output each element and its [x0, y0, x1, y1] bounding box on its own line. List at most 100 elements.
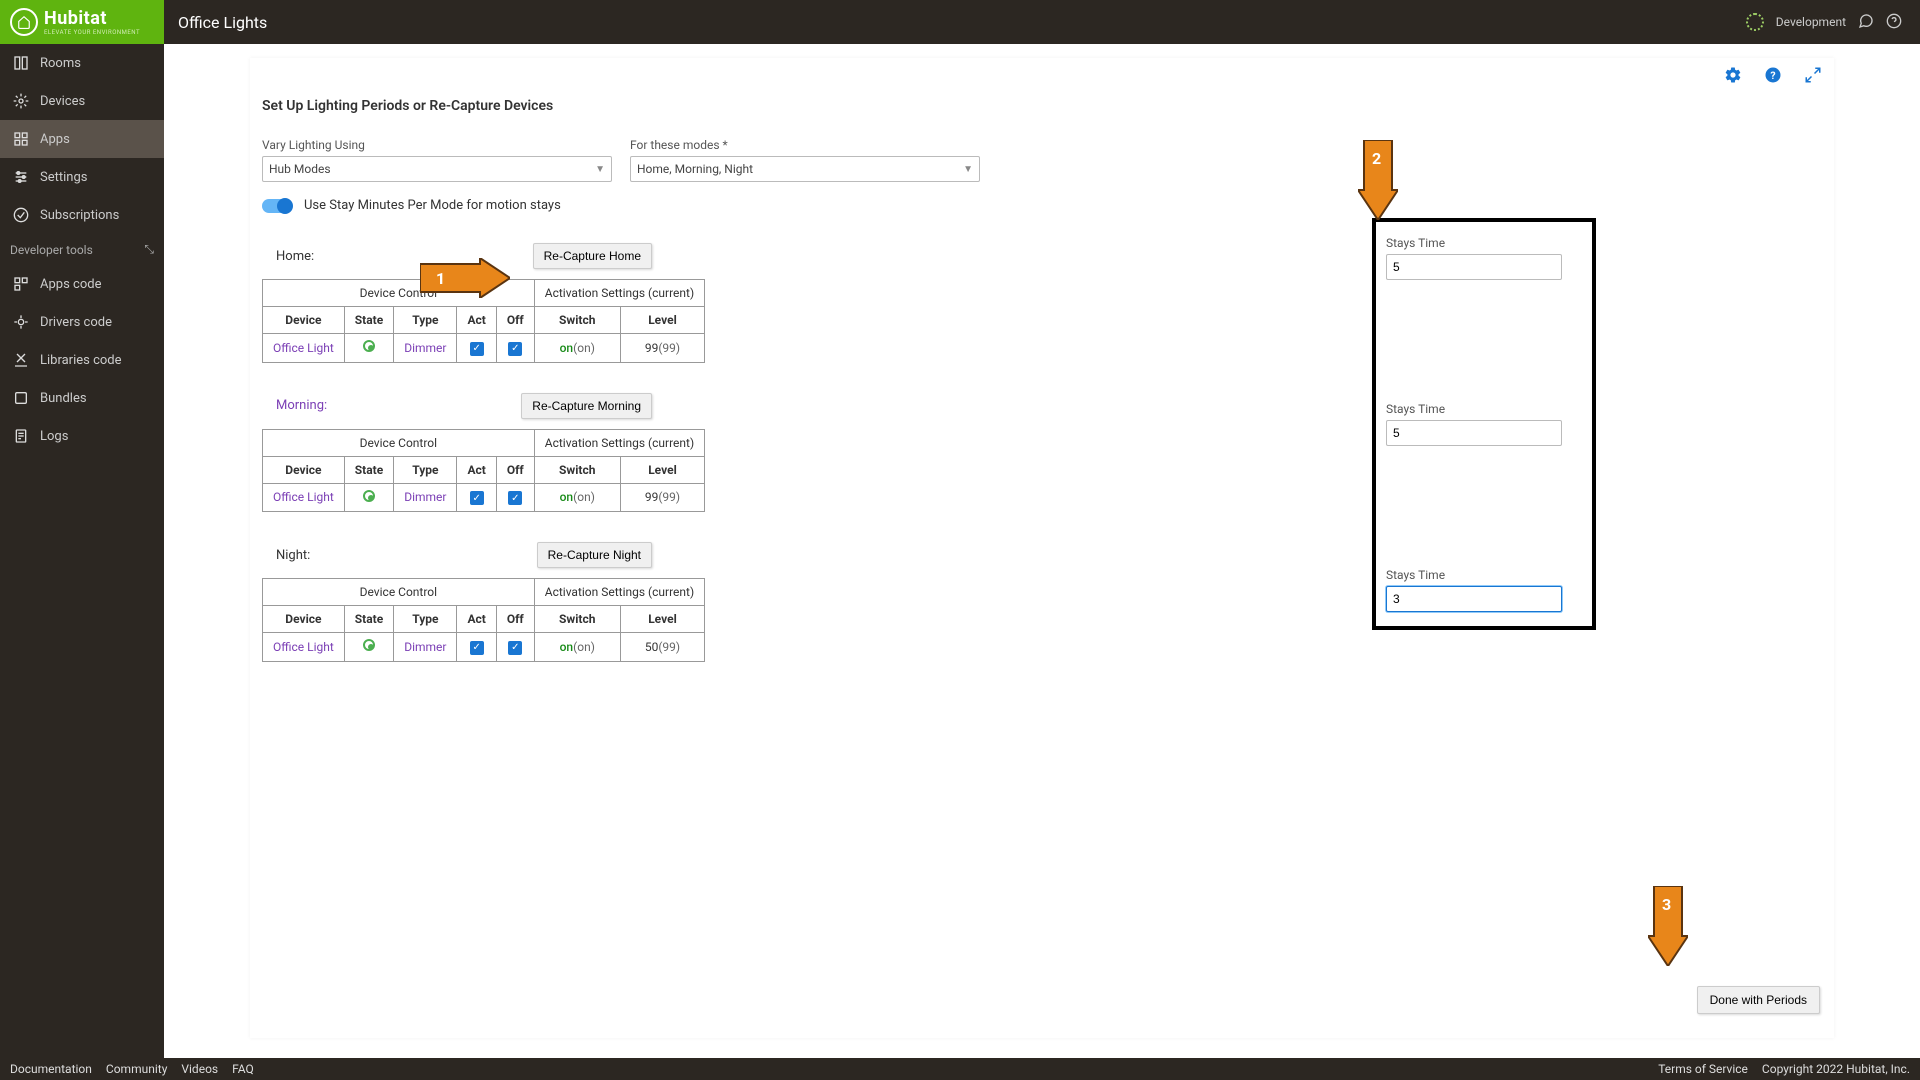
- logs-icon: [12, 427, 30, 445]
- bundles-icon: [12, 389, 30, 407]
- main: ? Set Up Lighting Periods or Re-Capture …: [164, 44, 1920, 1058]
- col-switch: Switch: [534, 606, 620, 633]
- type-link[interactable]: Dimmer: [404, 490, 446, 504]
- gear-icon[interactable]: [1724, 66, 1742, 88]
- chevron-down-icon: ▼: [963, 164, 973, 175]
- sidebar: Rooms Devices Apps Settings Subscription…: [0, 44, 164, 1058]
- stays-time-panel: Stays Time Stays Time Stays Time: [1372, 218, 1596, 630]
- sidebar-item-subscriptions[interactable]: Subscriptions: [0, 196, 164, 234]
- drivers-icon: [12, 313, 30, 331]
- settings-icon: [12, 168, 30, 186]
- type-link[interactable]: Dimmer: [404, 640, 446, 654]
- sidebar-label: Subscriptions: [40, 208, 119, 223]
- stays-input-home[interactable]: [1386, 254, 1562, 280]
- col-level: Level: [620, 307, 704, 334]
- col-group-device-control: Device Control: [263, 280, 535, 307]
- device-link[interactable]: Office Light: [273, 341, 334, 355]
- chat-icon[interactable]: [1858, 13, 1874, 32]
- code-icon: [12, 275, 30, 293]
- off-checkbox[interactable]: ✓: [508, 342, 522, 356]
- stays-label: Stays Time: [1386, 568, 1582, 582]
- act-checkbox[interactable]: ✓: [470, 641, 484, 655]
- sidebar-group-devtools[interactable]: Developer tools ⤡: [0, 234, 164, 265]
- sidebar-item-bundles[interactable]: Bundles: [0, 379, 164, 417]
- stays-input-morning[interactable]: [1386, 420, 1562, 446]
- recapture-button[interactable]: Re-Capture Home: [533, 243, 652, 269]
- sidebar-item-logs[interactable]: Logs: [0, 417, 164, 455]
- env-label: Development: [1776, 15, 1846, 29]
- stays-label: Stays Time: [1386, 402, 1582, 416]
- device-link[interactable]: Office Light: [273, 490, 334, 504]
- footer-link[interactable]: Videos: [181, 1062, 218, 1076]
- period-name: Morning:: [276, 398, 327, 413]
- stays-input-night[interactable]: [1386, 586, 1562, 612]
- stay-minutes-toggle[interactable]: [262, 199, 292, 213]
- sidebar-label: Rooms: [40, 56, 81, 71]
- footer-link[interactable]: Community: [106, 1062, 167, 1076]
- help-icon[interactable]: [1886, 13, 1902, 32]
- state-on-icon[interactable]: [363, 340, 375, 352]
- sidebar-item-drivers-code[interactable]: Drivers code: [0, 303, 164, 341]
- col-device: Device: [263, 456, 345, 483]
- devices-icon: [12, 92, 30, 110]
- svg-text:?: ?: [1770, 69, 1775, 82]
- done-with-periods-button[interactable]: Done with Periods: [1697, 986, 1820, 1014]
- sidebar-item-libraries-code[interactable]: Libraries code: [0, 341, 164, 379]
- loading-spinner-icon: [1746, 13, 1764, 31]
- col-state: State: [344, 456, 393, 483]
- footer-link[interactable]: FAQ: [232, 1062, 254, 1076]
- off-checkbox[interactable]: ✓: [508, 491, 522, 505]
- vary-select[interactable]: Hub Modes ▼: [262, 156, 612, 182]
- logo-icon: [10, 8, 38, 36]
- sidebar-item-apps-code[interactable]: Apps code: [0, 265, 164, 303]
- section-title: Set Up Lighting Periods or Re-Capture De…: [262, 98, 1822, 114]
- sidebar-item-rooms[interactable]: Rooms: [0, 44, 164, 82]
- recapture-button[interactable]: Re-Capture Morning: [521, 393, 652, 419]
- level-cell: 99(99): [620, 483, 704, 512]
- col-off: Off: [496, 456, 534, 483]
- vary-label: Vary Lighting Using: [262, 138, 612, 152]
- footer: Documentation Community Videos FAQ Terms…: [0, 1058, 1920, 1080]
- col-act: Act: [457, 606, 496, 633]
- expand-icon[interactable]: [1804, 66, 1822, 88]
- recapture-button[interactable]: Re-Capture Night: [537, 542, 652, 568]
- type-link[interactable]: Dimmer: [404, 341, 446, 355]
- sidebar-item-apps[interactable]: Apps: [0, 120, 164, 158]
- col-type: Type: [394, 307, 457, 334]
- rooms-icon: [12, 54, 30, 72]
- chevron-down-icon: ▼: [595, 164, 605, 175]
- footer-tos[interactable]: Terms of Service: [1658, 1062, 1748, 1076]
- state-on-icon[interactable]: [363, 490, 375, 502]
- act-checkbox[interactable]: ✓: [470, 342, 484, 356]
- table-row: Office Light Dimmer ✓ ✓ on(on) 99(99): [263, 334, 705, 363]
- col-level: Level: [620, 456, 704, 483]
- col-off: Off: [496, 606, 534, 633]
- help-icon[interactable]: ?: [1764, 66, 1782, 88]
- sidebar-item-settings[interactable]: Settings: [0, 158, 164, 196]
- device-link[interactable]: Office Light: [273, 640, 334, 654]
- period-name: Home:: [276, 249, 314, 264]
- brand-logo[interactable]: Hubitat ELEVATE YOUR ENVIRONMENT: [0, 0, 164, 44]
- brand-tagline: ELEVATE YOUR ENVIRONMENT: [44, 29, 140, 36]
- level-cell: 50(99): [620, 633, 704, 662]
- page-title: Office Lights: [164, 13, 267, 32]
- act-checkbox[interactable]: ✓: [470, 491, 484, 505]
- card: ? Set Up Lighting Periods or Re-Capture …: [250, 58, 1834, 1038]
- sidebar-label: Libraries code: [40, 353, 122, 368]
- switch-cell: on(on): [534, 633, 620, 662]
- col-device: Device: [263, 307, 345, 334]
- state-on-icon[interactable]: [363, 639, 375, 651]
- libraries-icon: [12, 351, 30, 369]
- footer-link[interactable]: Documentation: [10, 1062, 92, 1076]
- switch-cell: on(on): [534, 334, 620, 363]
- modes-select[interactable]: Home, Morning, Night ▼: [630, 156, 980, 182]
- col-device: Device: [263, 606, 345, 633]
- col-off: Off: [496, 307, 534, 334]
- modes-label: For these modes *: [630, 138, 980, 152]
- toggle-label: Use Stay Minutes Per Mode for motion sta…: [304, 198, 561, 213]
- off-checkbox[interactable]: ✓: [508, 641, 522, 655]
- col-group-activation: Activation Settings (current): [534, 280, 704, 307]
- sidebar-label: Apps code: [40, 277, 101, 292]
- sidebar-item-devices[interactable]: Devices: [0, 82, 164, 120]
- col-group-device-control: Device Control: [263, 429, 535, 456]
